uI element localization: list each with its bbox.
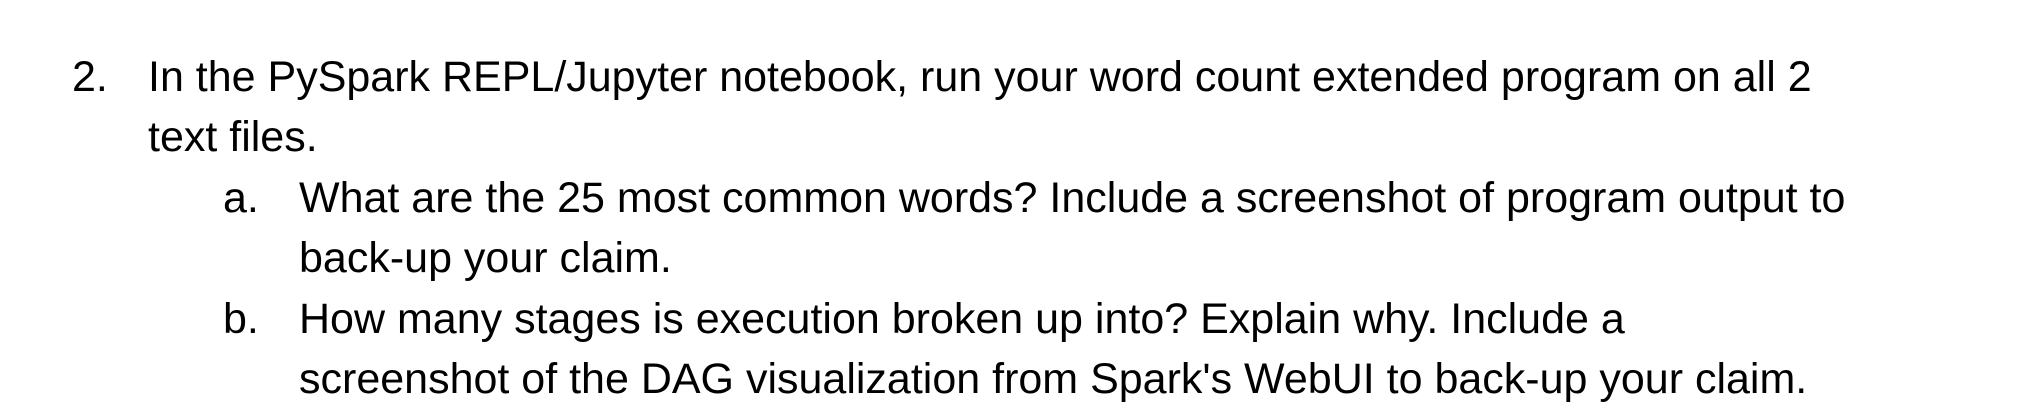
sub-list-marker-b: b.	[223, 295, 259, 343]
list-number: 2.	[72, 53, 108, 101]
sub-item-a-line-2: back-up your claim.	[299, 234, 672, 282]
item-text-line-1: In the PySpark REPL/Jupyter notebook, ru…	[148, 53, 1812, 101]
sub-item-b-line-2: screenshot of the DAG visualization from…	[299, 355, 1808, 403]
document-body: 2. In the PySpark REPL/Jupyter notebook,…	[0, 0, 2024, 414]
sub-item-b-line-1: How many stages is execution broken up i…	[299, 295, 1625, 343]
sub-list-marker-a: a.	[223, 174, 259, 222]
item-text-line-2: text files.	[148, 113, 318, 161]
sub-item-a-line-1: What are the 25 most common words? Inclu…	[299, 174, 1846, 222]
